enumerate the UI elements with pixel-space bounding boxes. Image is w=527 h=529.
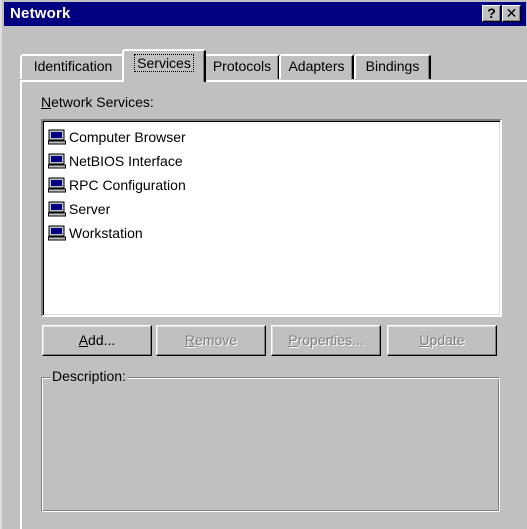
tab-adapters-label: Adapters <box>288 58 345 74</box>
tab-protocols-label: Protocols <box>212 58 272 74</box>
description-label: Description: <box>50 368 128 384</box>
list-item-rpc-configuration[interactable]: RPC Configuration <box>48 175 186 195</box>
list-item-netbios-interface[interactable]: NetBIOS Interface <box>48 151 183 171</box>
properties-button-accel: P <box>288 332 298 348</box>
update-button-accel: U <box>419 332 430 348</box>
tab-adapters[interactable]: Adapters <box>279 54 354 79</box>
network-services-list[interactable]: Computer Browser NetBIOS Interface RPC C… <box>41 119 502 317</box>
computer-icon <box>48 177 66 193</box>
properties-button-label: roperties... <box>297 332 364 348</box>
list-item-workstation[interactable]: Workstation <box>48 223 143 243</box>
add-button-accel: A <box>78 332 89 348</box>
network-services-accel: N <box>41 94 52 110</box>
update-button-label: pdate <box>429 332 465 348</box>
properties-button[interactable]: Properties... <box>271 325 381 356</box>
close-icon: ✕ <box>505 5 518 21</box>
computer-icon <box>48 153 66 169</box>
list-item-computer-browser[interactable]: Computer Browser <box>48 127 186 147</box>
list-item-label: Computer Browser <box>69 129 186 145</box>
title-bar[interactable]: Network ? ✕ <box>4 2 526 26</box>
network-dialog: Network ? ✕ Identification Services Prot… <box>0 0 527 529</box>
list-item-label: RPC Configuration <box>69 177 186 193</box>
network-services-label-text: etwork Services: <box>51 94 154 110</box>
computer-icon <box>48 201 66 217</box>
tab-identification[interactable]: Identification <box>20 54 126 79</box>
add-button-label: dd... <box>88 332 116 348</box>
window-title: Network <box>10 5 71 22</box>
add-button[interactable]: Add... <box>42 325 152 356</box>
update-button[interactable]: Update <box>387 325 497 356</box>
close-button[interactable]: ✕ <box>502 5 521 22</box>
network-services-label: Network Services: <box>41 94 154 110</box>
description-groupbox: Description: <box>41 368 500 512</box>
help-button[interactable]: ? <box>482 5 501 22</box>
tab-bindings-label: Bindings <box>365 58 420 74</box>
tab-services-label: Services <box>134 54 194 72</box>
remove-button-label: emove <box>195 332 238 348</box>
list-item-label: Workstation <box>69 225 143 241</box>
list-item-label: NetBIOS Interface <box>69 153 183 169</box>
list-item-server[interactable]: Server <box>48 199 110 219</box>
tab-bindings[interactable]: Bindings <box>354 54 431 79</box>
list-item-label: Server <box>69 201 111 217</box>
computer-icon <box>48 225 66 241</box>
tab-services[interactable]: Services <box>122 49 206 82</box>
help-icon: ? <box>487 5 496 21</box>
remove-button[interactable]: Remove <box>156 325 266 356</box>
tab-identification-label: Identification <box>33 58 113 74</box>
tab-protocols[interactable]: Protocols <box>204 54 280 79</box>
computer-icon <box>48 129 66 145</box>
remove-button-accel: R <box>184 332 196 348</box>
